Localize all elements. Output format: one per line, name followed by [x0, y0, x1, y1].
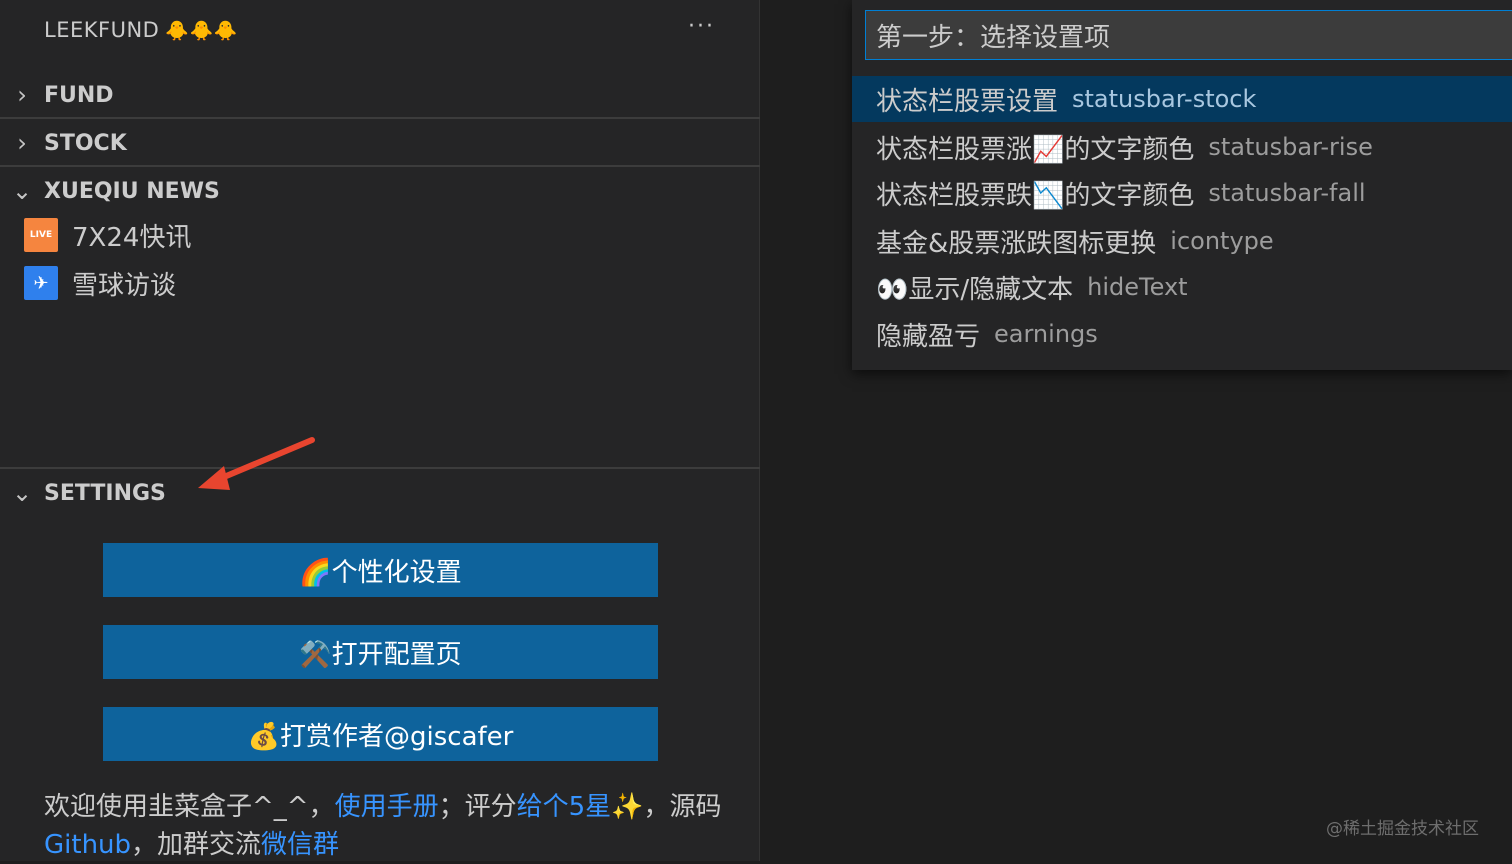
section-fund[interactable]: › FUND — [0, 71, 760, 119]
quick-pick-item-desc: statusbar-stock — [1072, 85, 1257, 113]
leekfund-sidebar: LEEKFUND 🐥🐥🐥 ··· › FUND › STOCK ⌄ XUEQIU… — [0, 0, 760, 861]
quick-pick-item-desc: icontype — [1170, 227, 1274, 255]
quick-pick-input[interactable]: 第一步：选择设置项 — [865, 10, 1512, 60]
section-stock-label: STOCK — [44, 130, 127, 156]
quick-pick-item-label: 基金&股票涨跌图标更换 — [876, 228, 1157, 259]
section-fund-label: FUND — [44, 82, 114, 108]
section-stock[interactable]: › STOCK — [0, 119, 760, 167]
manual-link[interactable]: 使用手册 — [335, 792, 439, 822]
sidebar-title-text: LEEKFUND — [44, 18, 160, 42]
github-link[interactable]: Github — [44, 830, 131, 860]
chick-icon: 🐥🐥🐥 — [165, 19, 238, 42]
quick-pick-item-label: 👀显示/隐藏文本 — [876, 274, 1074, 305]
wechat-group-link[interactable]: 微信群 — [261, 830, 339, 860]
donate-author-button[interactable]: 💰打赏作者@giscafer — [103, 707, 658, 761]
section-xueqiu-news[interactable]: ⌄ XUEQIU NEWS — [0, 167, 760, 215]
news-item-label: 雪球访谈 — [72, 270, 177, 301]
chevron-right-icon: › — [17, 81, 27, 109]
quick-pick-item-label: 状态栏股票涨📈的文字颜色 — [876, 134, 1195, 165]
section-settings-label: SETTINGS — [44, 480, 166, 506]
footer-text-1: 欢迎使用韭菜盒子^_^， — [44, 792, 335, 822]
news-item-label: 7X24快讯 — [72, 222, 192, 253]
footer-text-3: ，源码 — [643, 792, 722, 822]
quick-pick-item-label: 状态栏股票跌📉的文字颜色 — [876, 180, 1195, 211]
open-config-button[interactable]: ⚒️打开配置页 — [103, 625, 658, 679]
section-settings[interactable]: ⌄ SETTINGS — [0, 469, 760, 517]
quick-pick-item-label: 隐藏盈亏 — [876, 321, 981, 352]
live-news-icon: LIVE — [24, 218, 58, 252]
quick-pick-panel: 第一步：选择设置项 状态栏股票设置 statusbar-stock 状态栏股票涨… — [852, 0, 1512, 370]
chevron-right-icon: › — [17, 129, 27, 157]
quick-pick-item[interactable]: 👀显示/隐藏文本 hideText — [852, 264, 1512, 310]
footer-text-2: ；评分 — [438, 792, 517, 822]
personalize-settings-button[interactable]: 🌈个性化设置 — [103, 543, 658, 597]
quick-pick-item-desc: earnings — [994, 320, 1098, 348]
quick-pick-item-desc: hideText — [1087, 273, 1188, 301]
quick-pick-item-desc: statusbar-rise — [1208, 133, 1373, 161]
quick-pick-item[interactable]: 状态栏股票涨📈的文字颜色 statusbar-rise — [852, 124, 1512, 170]
more-actions-button[interactable]: ··· — [688, 14, 715, 39]
annotation-arrow-icon — [198, 437, 315, 490]
quick-pick-item[interactable]: 状态栏股票设置 statusbar-stock — [852, 76, 1512, 122]
sidebar-title: LEEKFUND 🐥🐥🐥 — [44, 18, 238, 42]
watermark: @稀土掘金技术社区 — [1326, 819, 1479, 839]
rate-link[interactable]: 给个5星✨ — [517, 792, 644, 822]
footer-text-4: ，加群交流 — [131, 830, 262, 860]
quick-pick-item-label: 状态栏股票设置 — [876, 86, 1059, 117]
quick-pick-item[interactable]: 基金&股票涨跌图标更换 icontype — [852, 218, 1512, 264]
news-item-interview[interactable]: ✈ 雪球访谈 — [24, 263, 176, 303]
chevron-down-icon: ⌄ — [11, 177, 33, 205]
footer-welcome-text: 欢迎使用韭菜盒子^_^，使用手册；评分给个5星✨，源码 Github，加群交流微信… — [44, 788, 724, 864]
section-xueqiu-news-label: XUEQIU NEWS — [44, 178, 220, 204]
quick-pick-item-desc: statusbar-fall — [1208, 179, 1366, 207]
quick-pick-item[interactable]: 状态栏股票跌📉的文字颜色 statusbar-fall — [852, 170, 1512, 216]
quick-pick-item[interactable]: 隐藏盈亏 earnings — [852, 311, 1512, 357]
news-item-7x24[interactable]: LIVE 7X24快讯 — [24, 215, 191, 255]
chevron-down-icon: ⌄ — [11, 479, 33, 507]
interview-icon: ✈ — [24, 266, 58, 300]
